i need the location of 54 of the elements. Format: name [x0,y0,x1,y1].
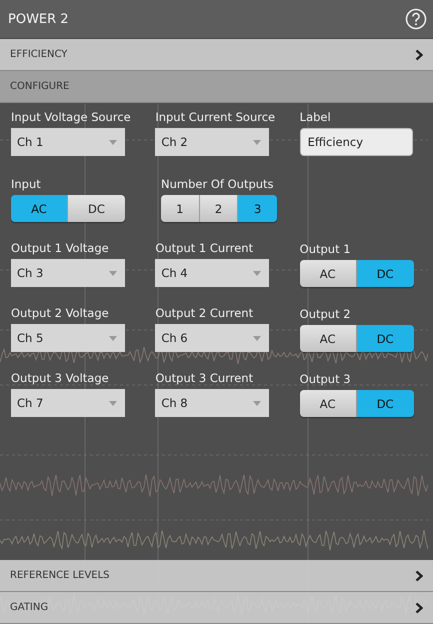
dropdown-arrow-icon [109,336,117,340]
field-label: Output 1 Current [155,242,254,255]
toggle-option[interactable]: AC [300,325,357,352]
dropdown-arrow-icon [253,140,262,144]
chevron-right-icon [415,570,423,582]
field-label: Input Voltage Source [11,111,132,124]
toggle-option[interactable]: 2 [200,195,238,222]
dropdown-arrow-icon [253,336,262,340]
source-dropdown[interactable]: Ch 2 [155,128,270,156]
label-input[interactable]: Efficiency [300,128,413,156]
source-dropdown[interactable]: Ch 6 [155,324,270,352]
field-label: Number Of Outputs [161,178,275,191]
dropdown-arrow-icon [253,270,262,276]
chevron-right-icon [415,602,423,614]
help-icon[interactable] [405,8,427,30]
field-label: Output 1 Voltage [11,242,110,255]
section-bar[interactable]: GATING [0,592,433,624]
field-label: Output 3 Voltage [11,372,110,385]
source-dropdown[interactable]: Ch 8 [155,389,270,417]
dropdown-arrow-icon [109,140,117,144]
section-bar[interactable]: REFERENCE LEVELS [0,560,433,592]
source-dropdown[interactable]: Ch 5 [11,324,125,352]
toggle-option[interactable]: DC [68,195,125,222]
toggle-option[interactable]: DC [356,260,414,287]
source-dropdown[interactable]: Ch 1 [11,128,125,156]
field-label: Input [11,178,42,191]
field-label: Output 2 Voltage [11,307,110,320]
toggle-option[interactable]: AC [300,390,357,417]
toggle-option[interactable]: 3 [238,195,277,222]
source-dropdown[interactable]: Ch 4 [155,259,270,287]
section-bar[interactable]: EFFICIENCY [0,39,433,71]
section-title: CONFIGURE [10,81,70,92]
field-label: Input Current Source [155,111,276,124]
dropdown-arrow-icon [253,400,262,406]
toggle-option[interactable]: AC [11,195,68,222]
field-label: Output 3 [300,373,352,386]
section-title: REFERENCE LEVELS [10,570,110,581]
source-dropdown[interactable]: Ch 7 [11,389,125,417]
dropdown-arrow-icon [109,270,117,276]
section-title: EFFICIENCY [10,49,68,60]
chevron-right-icon [415,48,423,60]
toggle-option[interactable]: DC [356,325,414,352]
field-label: Output 3 Current [155,372,254,385]
field-label: Output 2 Current [155,307,254,320]
section-title: GATING [10,602,48,613]
field-label: Label [300,111,332,124]
field-label: Output 1 [300,243,352,256]
toggle-option[interactable]: AC [300,260,357,287]
dropdown-arrow-icon [109,400,117,406]
source-dropdown[interactable]: Ch 3 [11,259,125,287]
toggle-option[interactable]: DC [356,390,414,417]
toggle-option[interactable]: 1 [161,195,200,222]
field-label: Output 2 [300,308,352,321]
panel-title: POWER 2 [8,12,69,26]
